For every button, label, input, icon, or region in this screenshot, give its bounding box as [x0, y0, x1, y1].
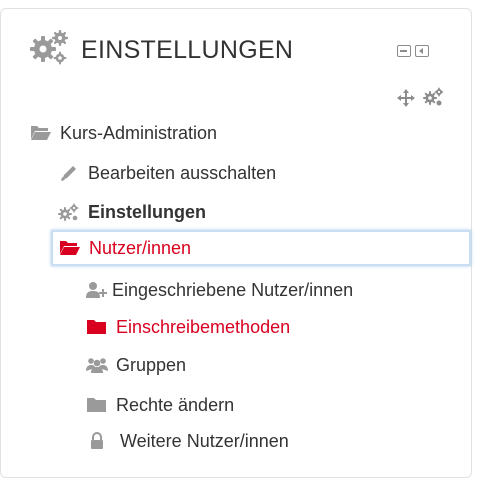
tree-item-label: Rechte ändern	[116, 394, 235, 415]
tree-item-eingeschriebene-nutzer-innen[interactable]: Eingeschriebene Nutzer/innen	[86, 275, 353, 305]
gears-icon	[29, 29, 69, 65]
block-title: EINSTELLUNGEN	[81, 36, 294, 64]
tree-item-rechte-aendern[interactable]: Rechte ändern	[86, 390, 234, 420]
gear-icon[interactable]	[423, 87, 443, 107]
lock-icon	[86, 431, 108, 451]
tree-item-bearbeiten-ausschalten[interactable]: Bearbeiten ausschalten	[58, 158, 276, 188]
folder-icon	[86, 317, 108, 337]
tree-root-kurs-administration[interactable]: Kurs-Administration	[30, 118, 217, 148]
folder-open-icon	[59, 238, 81, 258]
tree-item-weitere-nutzer-innen[interactable]: Weitere Nutzer/innen	[86, 426, 289, 456]
tree-item-label: Nutzer/innen	[89, 237, 192, 258]
dock-left-icon[interactable]	[415, 45, 429, 57]
tree-item-einstellungen[interactable]: Einstellungen	[58, 197, 206, 227]
tree-item-gruppen[interactable]: Gruppen	[86, 350, 186, 380]
minus-square-icon[interactable]	[397, 45, 411, 57]
gear-icon	[58, 202, 80, 222]
folder-icon	[86, 395, 108, 415]
tree-item-label: Weitere Nutzer/innen	[120, 430, 289, 451]
move-icon[interactable]	[397, 89, 415, 107]
tree-item-label: Einschreibemethoden	[116, 316, 291, 337]
users-icon	[86, 355, 108, 375]
tree-item-nutzer-innen[interactable]: Nutzer/innen	[51, 230, 471, 266]
tree-item-label: Eingeschriebene Nutzer/innen	[112, 279, 354, 300]
tree-item-label: Gruppen	[116, 354, 187, 375]
tree-root-label: Kurs-Administration	[60, 122, 218, 143]
tree-item-label: Einstellungen	[88, 201, 207, 222]
tree-item-label: Bearbeiten ausschalten	[88, 162, 277, 183]
tree-item-einschreibemethoden[interactable]: Einschreibemethoden	[86, 312, 290, 342]
folder-open-icon	[30, 123, 52, 143]
pencil-icon	[58, 163, 80, 183]
user-plus-icon	[86, 280, 108, 300]
